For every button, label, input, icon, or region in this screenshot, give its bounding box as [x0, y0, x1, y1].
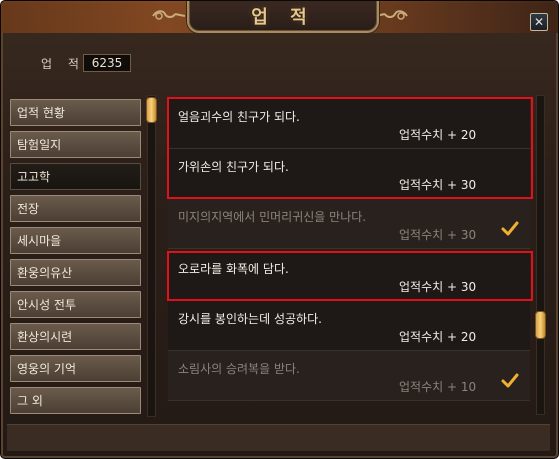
- category-tab-illusion-trial[interactable]: 환상의시련: [10, 323, 141, 350]
- achievement-points: 업적수치 + 20: [399, 330, 477, 344]
- category-tab-battlefield[interactable]: 전장: [10, 195, 141, 222]
- achievement-scrollbar-track[interactable]: [536, 95, 545, 415]
- bottom-bar: [7, 424, 550, 451]
- highlight-box: [167, 251, 533, 301]
- title-ornament-left: [152, 10, 185, 20]
- achievement-row[interactable]: 미지의지역에서 민머리귀신을 만나다. 업적수치 + 30: [168, 199, 530, 249]
- category-tab-others[interactable]: 그 외: [10, 387, 141, 414]
- title-ornament-right: [375, 10, 408, 20]
- category-tab-hero-memory[interactable]: 영웅의 기억: [10, 355, 141, 382]
- achievement-points: 업적수치 + 30: [399, 228, 477, 242]
- close-icon: ✕: [533, 15, 545, 29]
- achievement-title: 소림사의 승려복을 받다.: [178, 362, 300, 376]
- score-label: 업 적: [41, 57, 85, 71]
- achievement-row[interactable]: 소림사의 승려복을 받다. 업적수치 + 10: [168, 351, 530, 401]
- achievement-title: 강시를 봉인하는데 성공하다.: [178, 312, 322, 326]
- category-tab-hwanung-legacy[interactable]: 환웅의유산: [10, 259, 141, 286]
- title-plate: 업 적: [187, 1, 379, 33]
- category-list: 업적 현황 탐험일지 고고학 전장 세시마을 환웅의유산 안시성 전투 환상의시…: [10, 95, 158, 419]
- achievement-points: 업적수치 + 10: [399, 380, 477, 394]
- achievement-row[interactable]: 강시를 봉인하는데 성공하다. 업적수치 + 20: [168, 301, 530, 351]
- checkmark-icon: [501, 373, 519, 388]
- achievement-window: 업 적 ✕ 업 적 6235 업적 현황 탐험일지 고고학 전장 세시마을 환웅…: [0, 0, 559, 459]
- category-tab-archaeology[interactable]: 고고학: [10, 163, 141, 190]
- category-scrollbar-track[interactable]: [147, 95, 156, 417]
- checkmark-icon: [501, 221, 519, 236]
- category-scrollbar-thumb[interactable]: [146, 97, 157, 123]
- category-tab-status[interactable]: 업적 현황: [10, 99, 141, 126]
- category-tab-sesi-village[interactable]: 세시마을: [10, 227, 141, 254]
- score-value: 6235: [83, 54, 131, 72]
- window-title: 업 적: [251, 7, 315, 28]
- achievement-title: 미지의지역에서 민머리귀신을 만나다.: [178, 210, 367, 224]
- close-button[interactable]: ✕: [530, 13, 548, 31]
- category-tab-exploration-journal[interactable]: 탐험일지: [10, 131, 141, 158]
- category-tab-ansi-fortress-battle[interactable]: 안시성 전투: [10, 291, 141, 318]
- highlight-box: [167, 97, 533, 199]
- achievement-scrollbar-thumb[interactable]: [535, 311, 546, 339]
